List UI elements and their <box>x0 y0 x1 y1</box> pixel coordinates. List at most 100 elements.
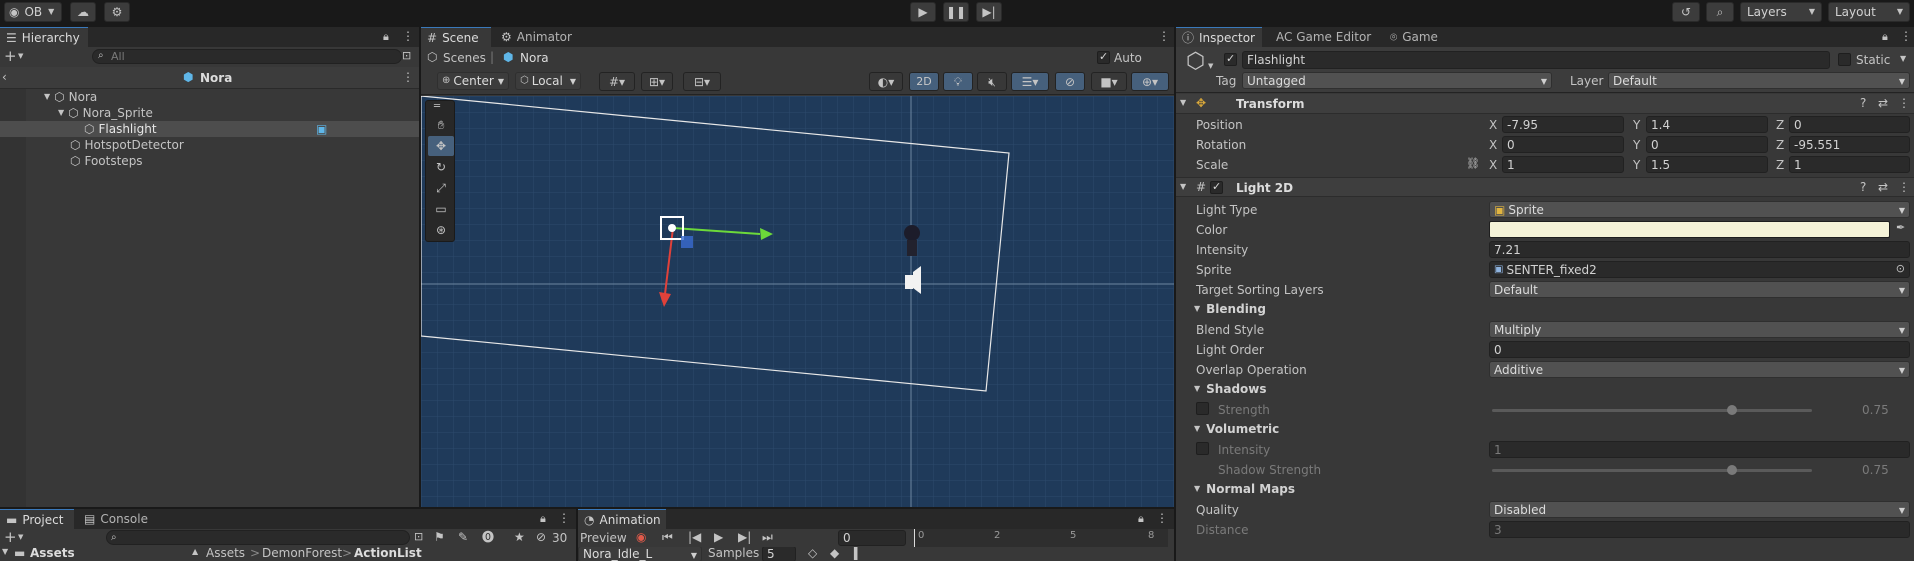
next-frame-icon[interactable]: ▶| <box>738 531 751 543</box>
light2d-enabled-checkbox[interactable] <box>1210 180 1223 194</box>
hierarchy-item-hotspot[interactable]: ⬡ HotspotDetector <box>0 137 419 153</box>
tab-ac-game-editor[interactable]: AC Game Editor <box>1270 27 1378 47</box>
object-picker-icon[interactable]: ⊙ <box>1896 263 1905 274</box>
shadows-foldout[interactable]: ▼ Shadows <box>1194 379 1267 399</box>
scale-z-input[interactable]: 1 <box>1789 156 1910 173</box>
layers-dropdown[interactable]: Layers ▼ <box>1740 2 1822 22</box>
save-icon[interactable]: ▣ <box>316 123 327 135</box>
services-button[interactable]: ⚙ <box>104 2 130 22</box>
frame-input[interactable]: 0 <box>838 530 906 546</box>
position-x-input[interactable]: -7.95 <box>1502 116 1624 133</box>
blending-foldout[interactable]: ▼ Blending <box>1194 299 1266 319</box>
sprite-object-field[interactable]: ▣ SENTER_fixed2 ⊙ <box>1489 261 1910 278</box>
more-menu-icon[interactable]: ⋮ <box>1158 30 1170 42</box>
last-frame-icon[interactable]: ⏭︎ <box>762 531 773 543</box>
increment-snap-button[interactable]: ⊟▾ <box>683 72 721 91</box>
tag-dropdown[interactable]: Untagged ▼ <box>1242 72 1552 89</box>
space-dropdown[interactable]: ⬡ Local ▼ <box>515 72 581 90</box>
eyedropper-icon[interactable]: ✒ <box>1896 222 1905 233</box>
search-filter-icon[interactable]: ⊡ <box>414 531 423 542</box>
scale-x-input[interactable]: 1 <box>1502 156 1624 173</box>
transform-header[interactable]: ▼ ✥ Transform ? ⇄ ⋮ <box>1176 94 1914 114</box>
object-name-input[interactable]: Flashlight <box>1242 51 1830 69</box>
breadcrumb-actionlist[interactable]: ActionList <box>354 547 422 560</box>
expand-arrow-icon[interactable]: ▼ <box>2 548 8 556</box>
gizmos-button[interactable]: ⊕▾ <box>1131 72 1169 91</box>
vol-shadow-slider[interactable] <box>1492 465 1812 475</box>
more-menu-icon[interactable]: ⋮ <box>402 71 414 83</box>
lighting-toggle-button[interactable]: 💡︎ <box>943 72 973 91</box>
more-menu-icon[interactable]: ⋮ <box>1898 181 1910 193</box>
search-filter-icon[interactable]: ⊡ <box>402 50 411 61</box>
play-icon[interactable]: ▶ <box>714 531 723 543</box>
light-order-input[interactable]: 0 <box>1489 341 1910 358</box>
layer-dropdown[interactable]: Default ▼ <box>1608 72 1910 89</box>
lock-icon[interactable]: 🔒︎ <box>383 31 389 42</box>
rect-tool-button[interactable]: ▭ <box>428 199 454 219</box>
move-tool-button[interactable]: ✥ <box>428 136 454 156</box>
tab-animator[interactable]: ⚙ Animator <box>495 27 585 47</box>
volumetric-foldout[interactable]: ▼ Volumetric <box>1194 419 1279 439</box>
slider-handle[interactable] <box>1727 465 1737 475</box>
constrain-proportions-icon[interactable]: ⛓︎ <box>1466 158 1480 169</box>
tab-game[interactable]: ⌾ Game <box>1384 27 1444 47</box>
overlap-dropdown[interactable]: Additive ▼ <box>1489 361 1910 378</box>
add-event-icon[interactable]: ◆ <box>830 547 839 559</box>
effects-toggle-button[interactable]: ☰▾ <box>1011 72 1049 91</box>
camera-button[interactable]: ■▾ <box>1091 72 1127 91</box>
hand-tool-button[interactable]: ✋︎ <box>428 115 454 135</box>
scale-y-input[interactable]: 1.5 <box>1646 156 1768 173</box>
more-menu-icon[interactable]: ⋮ <box>402 30 414 42</box>
color-field[interactable] <box>1489 221 1890 238</box>
clip-dropdown[interactable]: Nora_Idle_L ▼ <box>578 547 702 561</box>
light-type-dropdown[interactable]: ▣ Sprite ▼ <box>1489 201 1910 218</box>
more-menu-icon[interactable]: ⋮ <box>1898 97 1910 109</box>
light2d-header[interactable]: ▼ # Light 2D ? ⇄ ⋮ <box>1176 177 1914 197</box>
blend-style-dropdown[interactable]: Multiply ▼ <box>1489 321 1910 338</box>
position-z-input[interactable]: 0 <box>1789 116 1910 133</box>
hidden-packages-icon[interactable]: ⊘ <box>536 531 546 543</box>
normal-maps-foldout[interactable]: ▼ Normal Maps <box>1194 479 1295 499</box>
expand-arrow-icon[interactable]: ▼ <box>58 109 64 117</box>
breadcrumb-root[interactable]: Scenes <box>443 51 486 65</box>
chevron-down-icon[interactable]: ▼ <box>18 53 23 60</box>
shadow-strength-slider[interactable] <box>1492 405 1812 415</box>
slider-handle[interactable] <box>1727 405 1737 415</box>
layout-dropdown[interactable]: Layout ▼ <box>1828 2 1910 22</box>
presets-icon[interactable]: ⇄ <box>1878 97 1888 109</box>
lock-icon[interactable]: 🔒︎ <box>1138 513 1144 524</box>
tab-console[interactable]: ▤ Console <box>78 509 158 529</box>
samples-input[interactable]: 5 <box>762 547 796 561</box>
tab-animation[interactable]: ◔ Animation <box>578 509 666 529</box>
active-checkbox[interactable] <box>1224 52 1237 66</box>
assets-folder[interactable]: Assets <box>30 547 75 560</box>
tab-project[interactable]: ▬ Project <box>0 509 74 529</box>
auto-save-checkbox[interactable] <box>1097 50 1110 64</box>
breadcrumb-current[interactable]: Nora <box>520 51 549 65</box>
chevron-down-icon[interactable]: ▼ <box>18 534 23 541</box>
back-icon[interactable]: ‹ <box>2 71 7 83</box>
visibility-toggle-button[interactable]: ⊘ <box>1055 72 1085 91</box>
project-search-input[interactable]: ⌕ <box>106 530 410 545</box>
cloud-button[interactable]: ☁ <box>70 2 96 22</box>
filter-type-icon[interactable]: ⚑ <box>434 531 445 543</box>
pause-button[interactable]: ❚❚ <box>943 2 969 22</box>
add-icon[interactable]: + <box>4 530 17 545</box>
static-checkbox[interactable] <box>1838 53 1851 66</box>
chevron-down-icon[interactable]: ▼ <box>1208 63 1213 70</box>
favorite-icon[interactable]: ★ <box>514 531 525 543</box>
audio-toggle-button[interactable]: 🔇︎ <box>977 72 1007 91</box>
distance-input[interactable]: 3 <box>1489 521 1910 538</box>
expand-arrow-icon[interactable]: ▼ <box>44 93 50 101</box>
breadcrumb-demonforest[interactable]: DemonForest <box>262 547 342 560</box>
hierarchy-search-input[interactable]: ⌕ All <box>92 49 402 64</box>
rotate-tool-button[interactable]: ↻ <box>428 157 454 177</box>
grid-snap-button[interactable]: ⊞▾ <box>641 72 673 91</box>
grid-toggle-button[interactable]: #▾ <box>599 72 635 91</box>
tab-scene[interactable]: # Scene <box>421 27 491 47</box>
warning-icon[interactable]: ⓿ <box>482 531 494 543</box>
vol-intensity-input[interactable]: 1 <box>1489 441 1910 458</box>
volumetric-enabled-checkbox[interactable] <box>1196 442 1209 455</box>
history-button[interactable]: ↺ <box>1672 2 1700 22</box>
record-icon[interactable]: ◉ <box>636 531 646 543</box>
